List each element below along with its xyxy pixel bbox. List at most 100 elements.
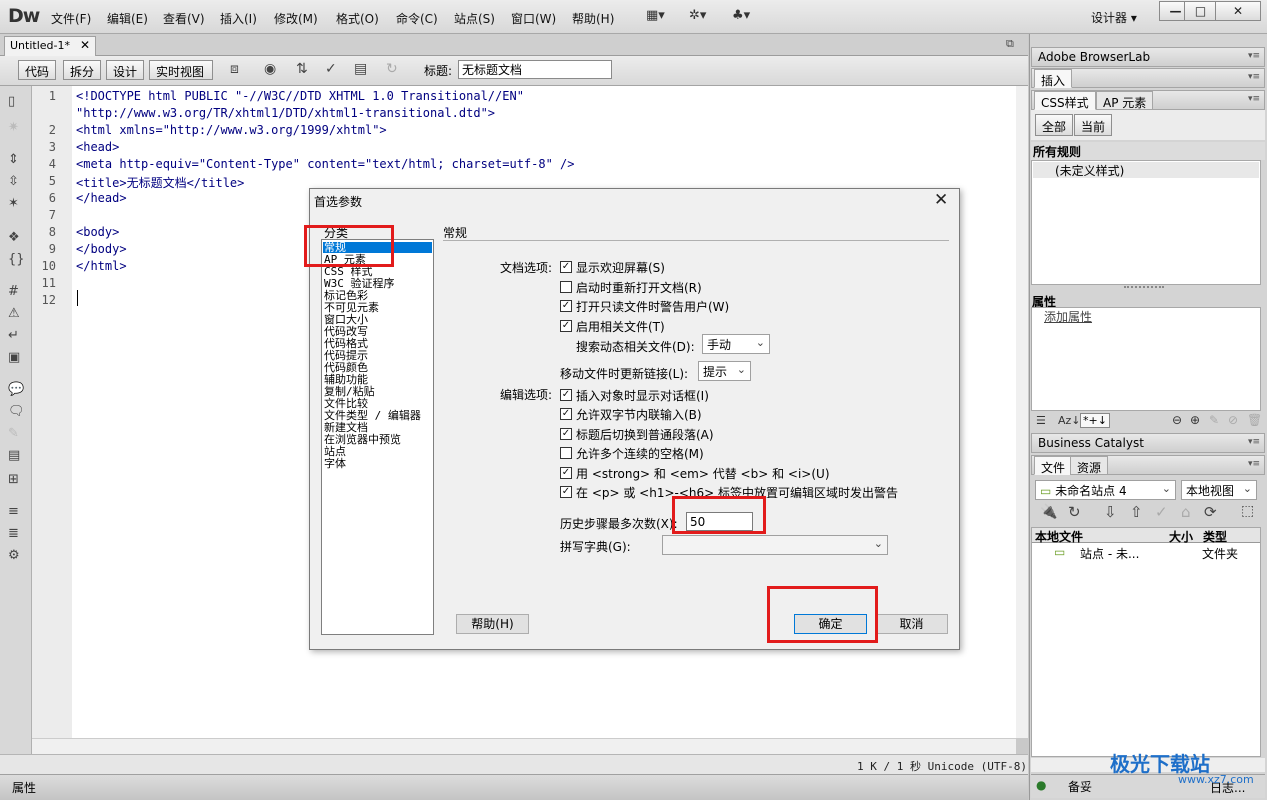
synchronize-icon[interactable]: ⟳ <box>1204 503 1217 521</box>
expand-panel-icon[interactable]: ⬚ <box>1241 503 1254 519</box>
local-files-column[interactable]: 本地文件 <box>1035 528 1083 545</box>
panel-menu-icon[interactable]: ▾≡ <box>1248 459 1260 469</box>
category-item[interactable]: 标记色彩 <box>324 290 368 301</box>
category-item[interactable]: 辅助功能 <box>324 374 368 385</box>
browserlab-panel-header[interactable]: Adobe BrowserLab ▾≡ <box>1031 47 1265 67</box>
design-view-button[interactable]: 设计 <box>106 60 144 80</box>
checkbox-switch-paragraph[interactable]: ✓ <box>560 428 572 440</box>
site-root-item[interactable]: 站点 - 未... <box>1080 545 1139 562</box>
menu-format[interactable]: 格式(O) <box>336 10 379 27</box>
checkbox-multiple-spaces[interactable] <box>560 447 572 459</box>
category-item[interactable]: 窗口大小 <box>324 314 368 325</box>
show-code-navigator-icon[interactable]: ✷ <box>8 120 19 135</box>
category-item[interactable]: 新建文档 <box>324 422 368 433</box>
highlight-invalid-code-icon[interactable]: ⚠ <box>8 306 20 321</box>
preview-browser-icon[interactable]: ◉ <box>264 61 276 77</box>
site-select[interactable]: ▭ 未命名站点 4 ⌄ <box>1035 480 1176 500</box>
attach-stylesheet-icon[interactable]: ⊖ <box>1172 413 1182 427</box>
business-catalyst-header[interactable]: Business Catalyst ▾≡ <box>1031 433 1265 453</box>
checkbox-reopen-docs[interactable] <box>560 281 572 293</box>
insert-tab[interactable]: 插入 <box>1034 69 1073 88</box>
editor-horizontal-scrollbar[interactable] <box>32 738 1016 754</box>
css-rules-list[interactable] <box>1031 160 1261 285</box>
w3c-validation-icon[interactable]: ✓ <box>325 61 337 77</box>
checkbox-warn-readonly[interactable]: ✓ <box>560 300 572 312</box>
dialog-close-icon[interactable]: ✕ <box>934 190 948 210</box>
checkbox-show-welcome[interactable]: ✓ <box>560 261 572 273</box>
site-map-icon[interactable]: ♣▾ <box>732 8 750 23</box>
menu-insert[interactable]: 插入(I) <box>220 10 257 27</box>
category-item[interactable]: 代码改写 <box>324 326 368 337</box>
assets-tab[interactable]: 资源 <box>1070 456 1109 475</box>
category-item[interactable]: 代码颜色 <box>324 362 368 373</box>
panel-menu-icon[interactable]: ▾≡ <box>1248 437 1260 447</box>
editor-vertical-scrollbar[interactable] <box>1016 86 1028 738</box>
code-view-button[interactable]: 代码 <box>18 60 56 80</box>
cancel-button[interactable]: 取消 <box>875 614 948 634</box>
show-set-properties-icon[interactable]: *+↓ <box>1080 413 1110 428</box>
category-item[interactable]: 代码格式 <box>324 338 368 349</box>
live-view-button[interactable]: 实时视图 <box>149 60 213 80</box>
close-window-button[interactable]: ✕ <box>1215 1 1261 21</box>
syntax-coloring-icon[interactable]: ▣ <box>8 350 20 365</box>
panel-resize-grip[interactable] <box>1124 286 1164 290</box>
connect-icon[interactable]: 🔌 <box>1040 504 1057 520</box>
visual-aids-icon[interactable]: ▤ <box>354 61 367 77</box>
move-files-select[interactable]: 提示 ⌄ <box>698 361 751 381</box>
maximize-button[interactable]: □ <box>1184 1 1217 21</box>
checkbox-strong-em[interactable]: ✓ <box>560 467 572 479</box>
files-tab[interactable]: 文件 <box>1034 456 1073 475</box>
menu-site[interactable]: 站点(S) <box>454 10 495 27</box>
wrap-tag-icon[interactable]: ✎ <box>8 426 19 441</box>
show-category-view-icon[interactable]: ☰ <box>1036 414 1046 427</box>
category-item[interactable]: 站点 <box>324 446 346 457</box>
panel-menu-icon[interactable]: ▾≡ <box>1248 51 1260 61</box>
css-rule-item[interactable]: (未定义样式) <box>1033 162 1259 178</box>
properties-label[interactable]: 属性 <box>12 779 36 796</box>
document-title-input[interactable] <box>458 60 612 79</box>
move-css-icon[interactable]: ⊞ <box>8 472 19 487</box>
line-numbers-icon[interactable]: # <box>8 284 19 299</box>
check-in-icon[interactable]: ⌂ <box>1181 503 1191 521</box>
word-wrap-icon[interactable]: ↵ <box>8 328 19 343</box>
menu-help[interactable]: 帮助(H) <box>572 10 614 27</box>
expand-all-icon[interactable]: ✶ <box>8 196 19 211</box>
css-current-button[interactable]: 当前 <box>1074 114 1113 136</box>
category-item[interactable]: 在浏览器中预览 <box>324 434 401 445</box>
checkbox-related-files[interactable]: ✓ <box>560 320 572 332</box>
size-column[interactable]: 大小 <box>1169 528 1193 545</box>
check-out-icon[interactable]: ✓ <box>1155 503 1168 521</box>
refresh-icon[interactable]: ↻ <box>386 61 398 77</box>
add-property-link[interactable]: 添加属性 <box>1044 308 1092 325</box>
balance-braces-icon[interactable]: {} <box>8 252 25 267</box>
menu-modify[interactable]: 修改(M) <box>274 10 318 27</box>
gear-icon[interactable]: ✲▾ <box>689 8 706 23</box>
collapse-selection-icon[interactable]: ⇳ <box>8 174 19 189</box>
remove-comment-icon[interactable]: 🗨 <box>8 404 25 419</box>
category-item[interactable]: 文件类型 / 编辑器 <box>324 410 421 421</box>
new-css-rule-icon[interactable]: ⊕ <box>1190 413 1200 427</box>
category-item[interactable]: 文件比较 <box>324 398 368 409</box>
checkbox-insert-dialog[interactable]: ✓ <box>560 389 572 401</box>
menu-window[interactable]: 窗口(W) <box>511 10 556 27</box>
multiscreen-icon[interactable]: ⧈ <box>230 61 239 77</box>
split-view-button[interactable]: 拆分 <box>63 60 101 80</box>
menu-view[interactable]: 查看(V) <box>163 10 205 27</box>
recent-snippets-icon[interactable]: ▤ <box>8 448 20 463</box>
category-item[interactable]: 代码提示 <box>324 350 368 361</box>
panel-menu-icon[interactable]: ▾≡ <box>1248 72 1260 82</box>
close-tab-icon[interactable]: ✕ <box>80 38 90 52</box>
ap-elements-tab[interactable]: AP 元素 <box>1096 91 1154 110</box>
format-source-icon[interactable]: ⚙ <box>8 548 20 563</box>
category-item[interactable]: CSS 样式 <box>324 266 373 277</box>
refresh-icon[interactable]: ↻ <box>1068 503 1081 521</box>
spelling-dictionary-select[interactable]: ⌄ <box>662 535 888 555</box>
category-item[interactable]: 字体 <box>324 458 346 469</box>
apply-comment-icon[interactable]: 💬 <box>8 382 24 397</box>
indent-code-icon[interactable]: ≡ <box>8 504 19 519</box>
delete-rule-icon[interactable]: 🗑 <box>1247 413 1262 427</box>
menu-edit[interactable]: 编辑(E) <box>107 10 148 27</box>
put-files-icon[interactable]: ⇧ <box>1130 503 1143 521</box>
checkbox-double-byte[interactable]: ✓ <box>560 408 572 420</box>
disable-property-icon[interactable]: ⊘ <box>1228 413 1238 427</box>
